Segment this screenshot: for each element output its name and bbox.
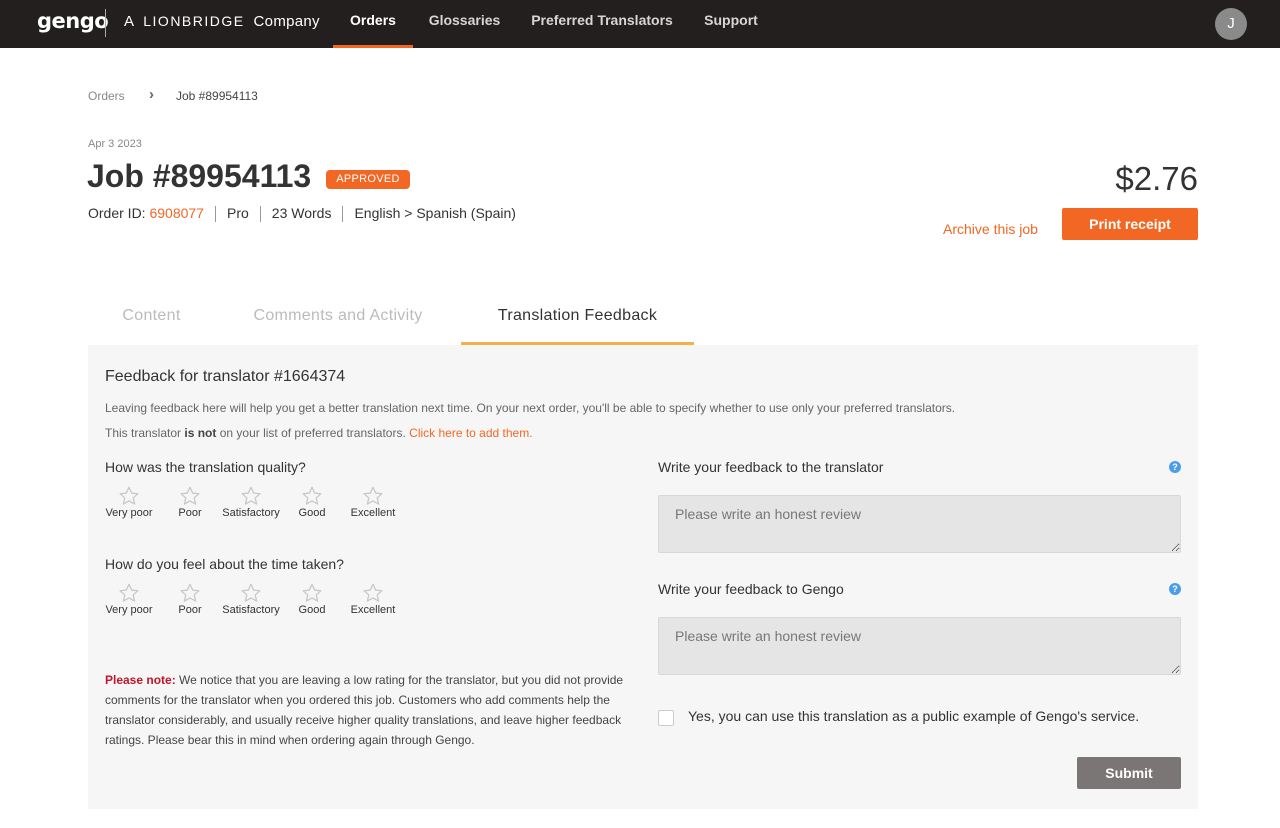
rating-label: Poor — [178, 507, 202, 519]
star-icon — [363, 486, 383, 505]
status-badge: APPROVED — [326, 170, 410, 189]
lionbridge-tagline: A LIONBRIDGE Company — [124, 13, 320, 30]
time-question: How do you feel about the time taken? — [105, 556, 344, 572]
note-text: We notice that you are leaving a low rat… — [105, 673, 624, 747]
nav-preferred-translators[interactable]: Preferred Translators — [522, 0, 682, 48]
logo-divider — [105, 9, 106, 37]
quality-question: How was the translation quality? — [105, 459, 306, 475]
breadcrumb-current: Job #89954113 — [176, 89, 258, 103]
quality-star-excellent[interactable]: Excellent — [343, 485, 403, 519]
preferred-prefix: This translator — [105, 426, 182, 440]
time-star-good[interactable]: Good — [282, 582, 342, 616]
question-circle-icon[interactable]: ? — [1169, 461, 1181, 473]
tagline-brand: LIONBRIDGE — [143, 13, 245, 29]
feedback-panel: Feedback for translator #1664374 Leaving… — [88, 345, 1198, 809]
tab-content[interactable]: Content — [88, 302, 215, 345]
archive-job-link[interactable]: Archive this job — [943, 221, 1038, 237]
rating-label: Poor — [178, 604, 202, 616]
star-icon — [363, 583, 383, 602]
top-nav-bar: gengo A LIONBRIDGE Company Orders Glossa… — [0, 0, 1280, 48]
time-star-satisfactory[interactable]: Satisfactory — [221, 582, 281, 616]
star-icon — [119, 583, 139, 602]
feedback-title: Feedback for translator #1664374 — [105, 368, 346, 385]
nav-orders[interactable]: Orders — [333, 0, 413, 48]
rating-label: Satisfactory — [222, 604, 280, 616]
chevron-right-icon: › — [149, 86, 154, 103]
rating-label: Good — [298, 604, 326, 616]
translator-feedback-input[interactable] — [658, 495, 1181, 553]
translator-feedback-label: Write your feedback to the translator — [658, 459, 884, 475]
job-tier: Pro — [226, 205, 249, 221]
meta-divider — [214, 206, 216, 223]
rating-label: Very poor — [105, 507, 153, 519]
page-title: Job #89954113 — [87, 158, 312, 194]
star-icon — [180, 486, 200, 505]
job-meta: Order ID: 6908077 Pro 23 Words English > Sp… — [88, 205, 516, 223]
meta-divider — [259, 206, 261, 223]
quality-star-good[interactable]: Good — [282, 485, 342, 519]
meta-divider — [342, 206, 344, 223]
rating-label: Good — [298, 507, 326, 519]
note-prefix: Please note: — [105, 673, 176, 687]
public-example-label[interactable]: Yes, you can use this translation as a p… — [688, 708, 1139, 724]
star-icon — [241, 583, 261, 602]
rating-label: Excellent — [350, 604, 396, 616]
tagline-prefix: A — [124, 13, 135, 30]
gengo-feedback-label: Write your feedback to Gengo — [658, 581, 844, 597]
low-rating-note: Please note: We notice that you are leav… — [105, 670, 625, 750]
rating-label: Excellent — [350, 507, 396, 519]
print-receipt-button[interactable]: Print receipt — [1062, 208, 1198, 240]
tab-translation-feedback[interactable]: Translation Feedback — [461, 302, 694, 345]
order-id-label: Order ID: — [88, 205, 146, 221]
job-date: Apr 3 2023 — [88, 138, 142, 150]
star-icon — [119, 486, 139, 505]
nav-support[interactable]: Support — [695, 0, 767, 48]
order-id-link[interactable]: 6908077 — [149, 205, 204, 221]
quality-star-very-poor[interactable]: Very poor — [99, 485, 159, 519]
preferred-suffix: on your list of preferred translators. — [219, 426, 406, 440]
star-icon — [302, 583, 322, 602]
question-circle-icon[interactable]: ? — [1169, 583, 1181, 595]
preferred-bold: is not — [184, 426, 217, 440]
rating-label: Satisfactory — [222, 507, 280, 519]
nav-glossaries[interactable]: Glossaries — [420, 0, 509, 48]
quality-star-poor[interactable]: Poor — [160, 485, 220, 519]
feedback-description: Leaving feedback here will help you get … — [105, 401, 956, 415]
submit-button[interactable]: Submit — [1077, 757, 1181, 789]
word-count: 23 Words — [271, 205, 332, 221]
time-star-very-poor[interactable]: Very poor — [99, 582, 159, 616]
public-example-checkbox[interactable] — [658, 710, 674, 726]
rating-label: Very poor — [105, 604, 153, 616]
language-pair: English > Spanish (Spain) — [354, 205, 516, 221]
tab-comments-and-activity[interactable]: Comments and Activity — [215, 302, 461, 345]
gengo-feedback-input[interactable] — [658, 617, 1181, 675]
time-star-poor[interactable]: Poor — [160, 582, 220, 616]
job-price: $2.76 — [1115, 160, 1198, 197]
add-preferred-link[interactable]: Click here to add them. — [409, 426, 532, 440]
breadcrumb-orders[interactable]: Orders — [88, 89, 125, 103]
star-icon — [180, 583, 200, 602]
star-icon — [241, 486, 261, 505]
star-icon — [302, 486, 322, 505]
quality-star-satisfactory[interactable]: Satisfactory — [221, 485, 281, 519]
gengo-logo[interactable]: gengo — [37, 9, 109, 33]
preferred-status: This translator is not on your list of p… — [105, 426, 533, 440]
time-star-excellent[interactable]: Excellent — [343, 582, 403, 616]
tagline-suffix: Company — [253, 13, 320, 30]
avatar[interactable]: J — [1215, 8, 1247, 40]
